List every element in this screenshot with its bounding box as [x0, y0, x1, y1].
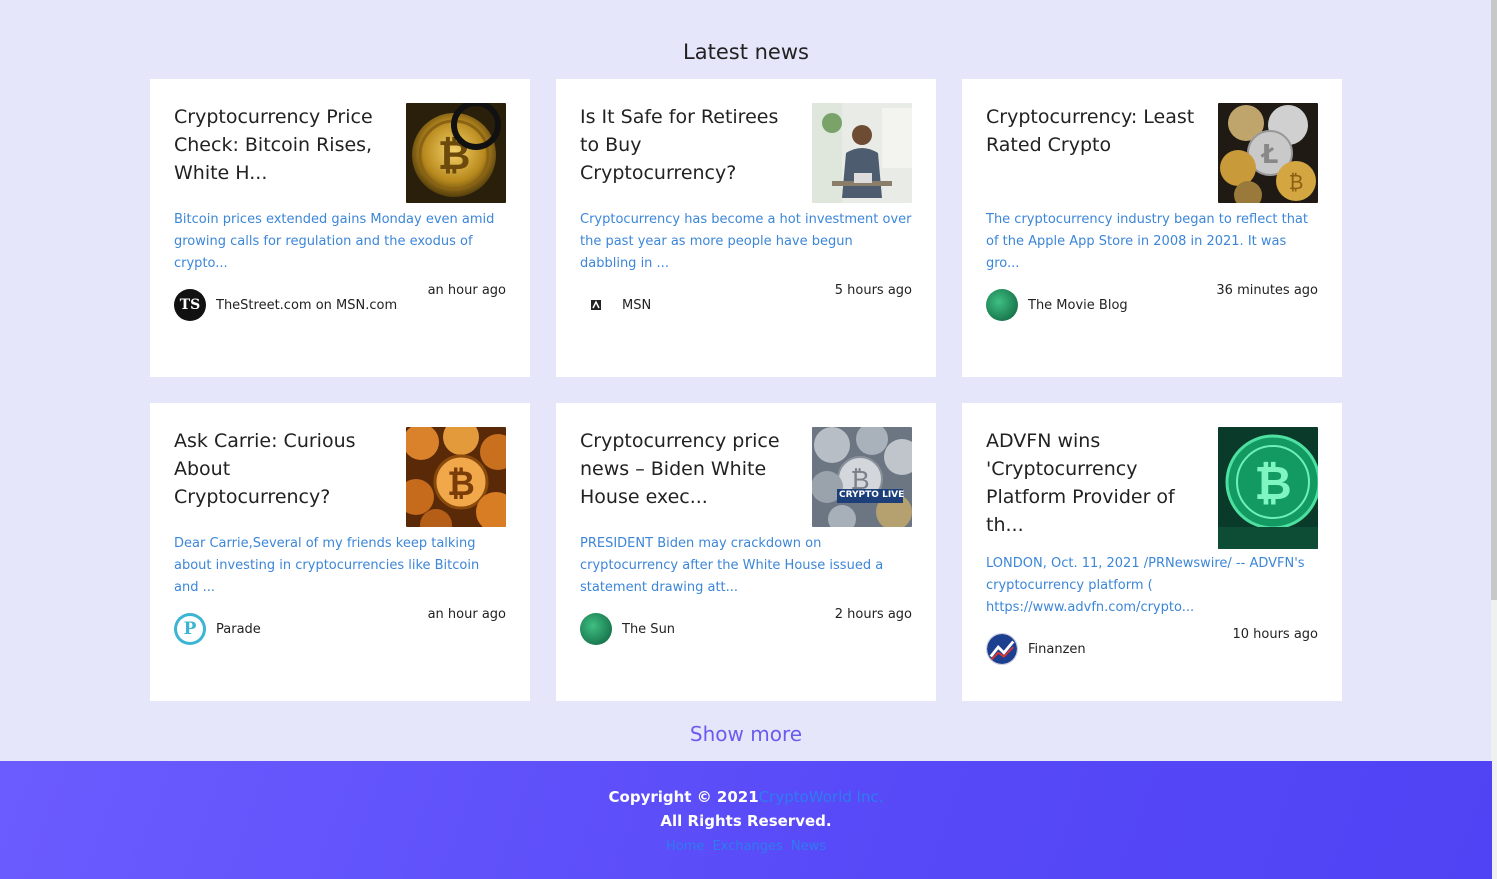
finanzen-icon	[986, 633, 1018, 665]
news-thumbnail: ₿ CRYPTO LIVE	[812, 427, 912, 527]
news-description: Dear Carrie,Several of my friends keep t…	[174, 536, 480, 595]
footer-link-news[interactable]: News	[791, 839, 826, 854]
svg-text:₿: ₿	[438, 133, 471, 179]
news-title[interactable]: ADVFN wins 'Cryptocurrency Platform Prov…	[986, 427, 1196, 549]
footer-links: Home Exchanges News	[0, 839, 1492, 854]
news-card[interactable]: Cryptocurrency Price Check: Bitcoin Rise…	[150, 79, 530, 377]
scrollbar[interactable]	[1491, 0, 1497, 879]
news-time: 2 hours ago	[834, 607, 912, 622]
news-card[interactable]: Cryptocurrency: Least Rated Crypto Ł ₿ T…	[962, 79, 1342, 377]
news-card[interactable]: Cryptocurrency price news – Biden White …	[556, 403, 936, 701]
news-time: 36 minutes ago	[1216, 283, 1318, 298]
news-thumbnail: ₿	[1218, 427, 1318, 549]
provider-avatar: TS	[174, 289, 206, 321]
footer: Copyright © 2021CryptoWorld Inc. All Rig…	[0, 761, 1492, 879]
provider-name: TheStreet.com on MSN.com	[216, 297, 398, 313]
news-description: PRESIDENT Biden may crackdown on cryptoc…	[580, 536, 884, 595]
news-provider[interactable]: The Sun	[580, 613, 675, 645]
news-card[interactable]: Ask Carrie: Curious About Cryptocurrency…	[150, 403, 530, 701]
svg-text:₿: ₿	[1289, 170, 1304, 194]
footer-link-home[interactable]: Home	[666, 839, 704, 854]
news-title[interactable]: Cryptocurrency Price Check: Bitcoin Rise…	[174, 103, 384, 203]
news-description: The cryptocurrency industry began to ref…	[986, 212, 1308, 271]
msn-icon	[580, 289, 612, 321]
section-heading: Latest news	[683, 40, 809, 64]
thumbnail-label: CRYPTO LIVE	[839, 490, 905, 500]
news-time: 10 hours ago	[1232, 627, 1318, 642]
news-description: LONDON, Oct. 11, 2021 /PRNewswire/ -- AD…	[986, 556, 1305, 615]
news-title[interactable]: Cryptocurrency: Least Rated Crypto	[986, 103, 1196, 203]
provider-name: Parade	[216, 621, 261, 637]
copyright: Copyright © 2021CryptoWorld Inc. All Rig…	[0, 785, 1492, 833]
news-title[interactable]: Ask Carrie: Curious About Cryptocurrency…	[174, 427, 384, 527]
provider-name: MSN	[622, 297, 652, 313]
news-time: an hour ago	[427, 283, 506, 298]
news-time: an hour ago	[427, 607, 506, 622]
news-time: 5 hours ago	[834, 283, 912, 298]
news-provider[interactable]: P Parade	[174, 613, 261, 645]
provider-name: The Movie Blog	[1028, 297, 1128, 313]
news-thumbnail: Ł ₿	[1218, 103, 1318, 203]
news-description: Bitcoin prices extended gains Monday eve…	[174, 212, 495, 271]
news-thumbnail: ₿	[406, 427, 506, 527]
show-more-button[interactable]: Show more	[0, 722, 1492, 746]
news-provider[interactable]: The Movie Blog	[986, 289, 1128, 321]
news-provider[interactable]: Finanzen	[986, 633, 1086, 665]
provider-name: The Sun	[622, 621, 676, 637]
provider-avatar	[986, 289, 1018, 321]
scrollbar-thumb[interactable]	[1491, 0, 1497, 600]
svg-text:Ł: Ł	[1260, 140, 1279, 170]
svg-text:₿: ₿	[1254, 456, 1292, 510]
news-title[interactable]: Cryptocurrency price news – Biden White …	[580, 427, 790, 527]
news-title[interactable]: Is It Safe for Retirees to Buy Cryptocur…	[580, 103, 790, 203]
parade-icon: P	[174, 613, 206, 645]
news-provider[interactable]: TS TheStreet.com on MSN.com	[174, 289, 397, 321]
news-provider[interactable]: MSN	[580, 289, 651, 321]
provider-name: Finanzen	[1028, 641, 1086, 657]
news-thumbnail	[812, 103, 912, 203]
rights-text: All Rights Reserved.	[660, 812, 832, 830]
brand-link[interactable]: CryptoWorld Inc.	[759, 788, 884, 806]
news-card[interactable]: Is It Safe for Retirees to Buy Cryptocur…	[556, 79, 936, 377]
footer-link-exchanges[interactable]: Exchanges	[712, 839, 782, 854]
news-thumbnail: ₿	[406, 103, 506, 203]
news-card[interactable]: ADVFN wins 'Cryptocurrency Platform Prov…	[962, 403, 1342, 701]
svg-text:₿: ₿	[447, 464, 475, 504]
copyright-text: Copyright © 2021	[608, 788, 759, 806]
news-description: Cryptocurrency has become a hot investme…	[580, 212, 912, 271]
provider-avatar	[580, 613, 612, 645]
